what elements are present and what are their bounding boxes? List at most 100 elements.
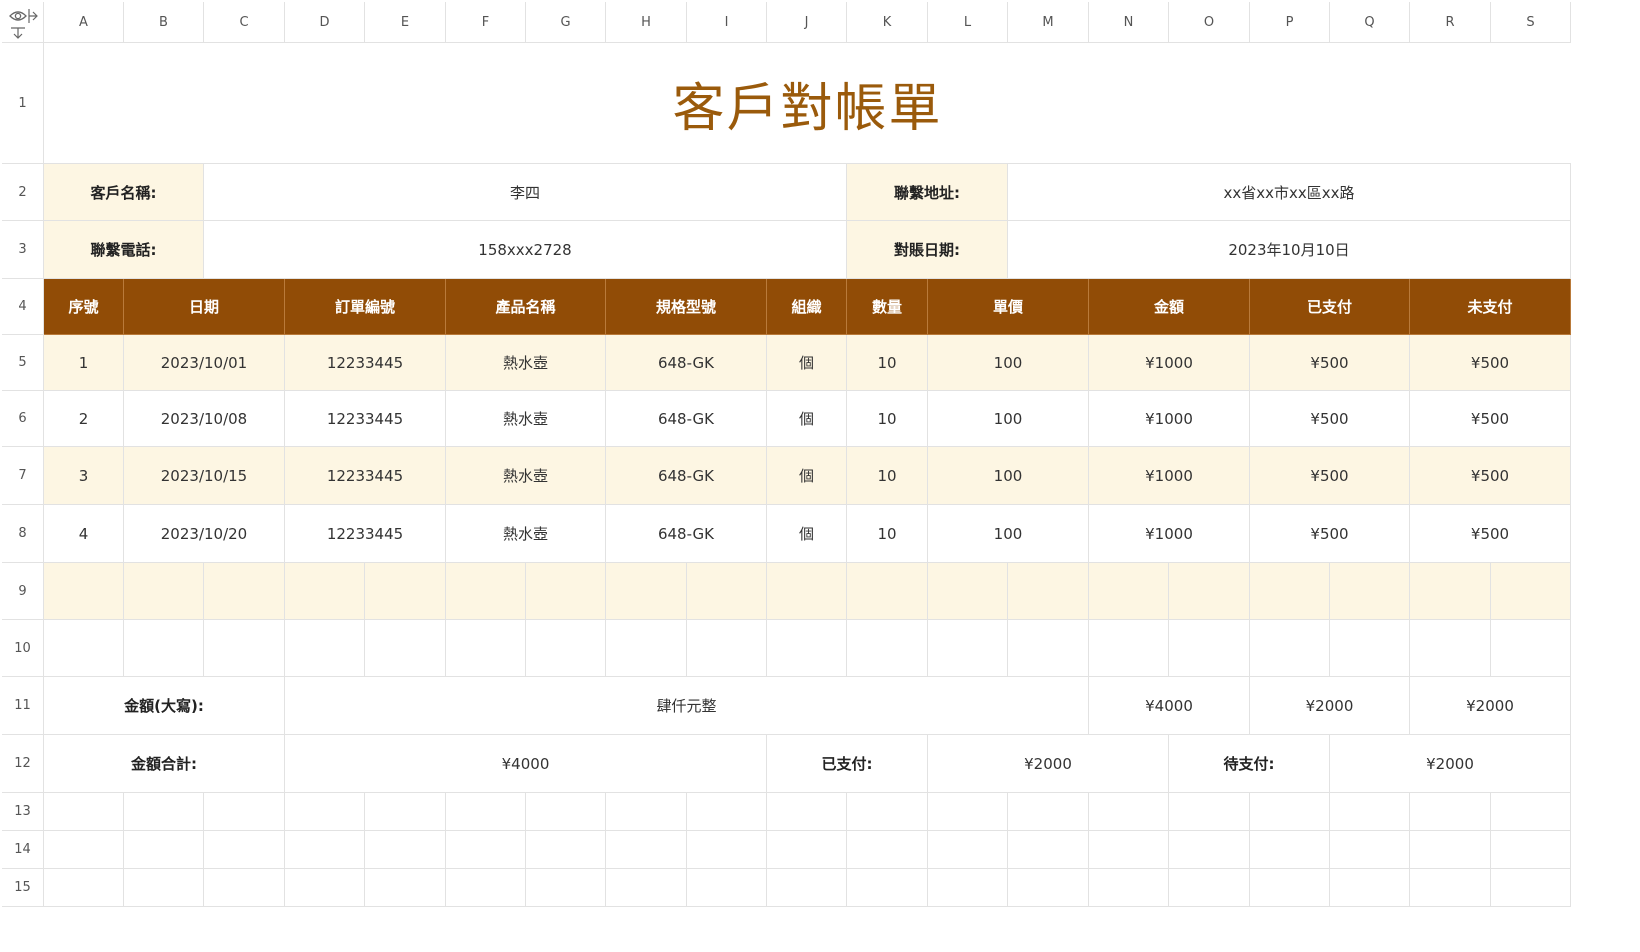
table-header-cell[interactable]: 序號 (44, 279, 124, 335)
empty-cell[interactable] (1250, 869, 1330, 907)
table-cell[interactable]: ¥1000 (1089, 391, 1250, 447)
empty-cell[interactable] (1089, 793, 1169, 831)
empty-cell[interactable] (44, 563, 124, 620)
empty-cell[interactable] (1491, 620, 1571, 677)
empty-cell[interactable] (767, 869, 847, 907)
empty-cell[interactable] (847, 869, 928, 907)
table-cell[interactable]: 個 (767, 335, 847, 391)
empty-cell[interactable] (1330, 869, 1410, 907)
row-header[interactable]: 15 (2, 869, 44, 907)
empty-cell[interactable] (1491, 563, 1571, 620)
table-header-cell[interactable]: 日期 (124, 279, 285, 335)
total-paid-column-sum[interactable]: ¥2000 (1250, 677, 1410, 735)
table-cell[interactable]: 100 (928, 505, 1089, 563)
empty-cell[interactable] (928, 793, 1008, 831)
empty-cell[interactable] (1008, 793, 1089, 831)
empty-cell[interactable] (124, 869, 204, 907)
empty-cell[interactable] (446, 793, 526, 831)
empty-cell[interactable] (44, 869, 124, 907)
column-header[interactable]: H (606, 2, 687, 43)
empty-cell[interactable] (204, 793, 285, 831)
empty-cell[interactable] (204, 620, 285, 677)
column-header[interactable]: N (1089, 2, 1169, 43)
row-header[interactable]: 13 (2, 793, 44, 831)
empty-cell[interactable] (1169, 869, 1250, 907)
table-cell[interactable]: 10 (847, 447, 928, 505)
empty-cell[interactable] (1089, 620, 1169, 677)
empty-cell[interactable] (1250, 831, 1330, 869)
table-cell[interactable]: ¥500 (1410, 505, 1571, 563)
table-cell[interactable]: 2023/10/08 (124, 391, 285, 447)
row-header[interactable]: 6 (2, 391, 44, 447)
eye-icon[interactable] (5, 4, 41, 40)
empty-cell[interactable] (526, 563, 606, 620)
total-amount-column-sum[interactable]: ¥4000 (1089, 677, 1250, 735)
table-cell[interactable]: ¥500 (1250, 335, 1410, 391)
table-header-cell[interactable]: 已支付 (1250, 279, 1410, 335)
phone-value[interactable]: 158xxx2728 (204, 221, 847, 279)
table-cell[interactable]: ¥500 (1250, 447, 1410, 505)
table-cell[interactable]: 3 (44, 447, 124, 505)
table-cell[interactable]: 648-GK (606, 335, 767, 391)
empty-cell[interactable] (285, 563, 365, 620)
table-header-cell[interactable]: 數量 (847, 279, 928, 335)
empty-cell[interactable] (606, 563, 687, 620)
table-cell[interactable]: 熱水壺 (446, 505, 606, 563)
empty-cell[interactable] (1169, 793, 1250, 831)
empty-cell[interactable] (606, 793, 687, 831)
table-cell[interactable]: 4 (44, 505, 124, 563)
empty-cell[interactable] (44, 620, 124, 677)
row-header[interactable]: 10 (2, 620, 44, 677)
empty-cell[interactable] (767, 793, 847, 831)
table-cell[interactable]: 個 (767, 505, 847, 563)
row-header[interactable]: 8 (2, 505, 44, 563)
table-cell[interactable]: 648-GK (606, 391, 767, 447)
empty-cell[interactable] (285, 831, 365, 869)
table-cell[interactable]: 熱水壺 (446, 391, 606, 447)
empty-cell[interactable] (1089, 563, 1169, 620)
empty-cell[interactable] (1250, 793, 1330, 831)
table-cell[interactable]: 2 (44, 391, 124, 447)
empty-cell[interactable] (446, 620, 526, 677)
empty-cell[interactable] (1169, 620, 1250, 677)
empty-cell[interactable] (124, 563, 204, 620)
empty-cell[interactable] (365, 620, 446, 677)
table-cell[interactable]: 熱水壺 (446, 447, 606, 505)
table-cell[interactable]: 648-GK (606, 447, 767, 505)
table-cell[interactable]: 個 (767, 391, 847, 447)
empty-cell[interactable] (847, 831, 928, 869)
table-cell[interactable]: 10 (847, 391, 928, 447)
empty-cell[interactable] (44, 831, 124, 869)
empty-cell[interactable] (1330, 793, 1410, 831)
row-header[interactable]: 12 (2, 735, 44, 793)
amount-in-words-value[interactable]: 肆仟元整 (285, 677, 1089, 735)
empty-cell[interactable] (204, 831, 285, 869)
table-cell[interactable]: ¥500 (1250, 391, 1410, 447)
empty-cell[interactable] (1410, 563, 1491, 620)
empty-cell[interactable] (928, 620, 1008, 677)
empty-cell[interactable] (285, 793, 365, 831)
address-value[interactable]: xx省xx市xx區xx路 (1008, 164, 1571, 221)
table-cell[interactable]: 個 (767, 447, 847, 505)
empty-cell[interactable] (1008, 869, 1089, 907)
empty-cell[interactable] (526, 793, 606, 831)
row-header[interactable]: 5 (2, 335, 44, 391)
table-cell[interactable]: 10 (847, 335, 928, 391)
table-header-cell[interactable]: 訂單編號 (285, 279, 446, 335)
pending-value[interactable]: ¥2000 (1330, 735, 1571, 793)
empty-cell[interactable] (1410, 869, 1491, 907)
column-header[interactable]: L (928, 2, 1008, 43)
empty-cell[interactable] (446, 563, 526, 620)
row-header[interactable]: 4 (2, 279, 44, 335)
column-header[interactable]: B (124, 2, 204, 43)
column-header[interactable]: I (687, 2, 767, 43)
table-cell[interactable]: 100 (928, 335, 1089, 391)
empty-cell[interactable] (1089, 831, 1169, 869)
column-header[interactable]: S (1491, 2, 1571, 43)
paid-value[interactable]: ¥2000 (928, 735, 1169, 793)
empty-cell[interactable] (606, 620, 687, 677)
statement-date-value[interactable]: 2023年10月10日 (1008, 221, 1571, 279)
table-cell[interactable]: ¥1000 (1089, 447, 1250, 505)
column-header[interactable]: O (1169, 2, 1250, 43)
column-header[interactable]: C (204, 2, 285, 43)
